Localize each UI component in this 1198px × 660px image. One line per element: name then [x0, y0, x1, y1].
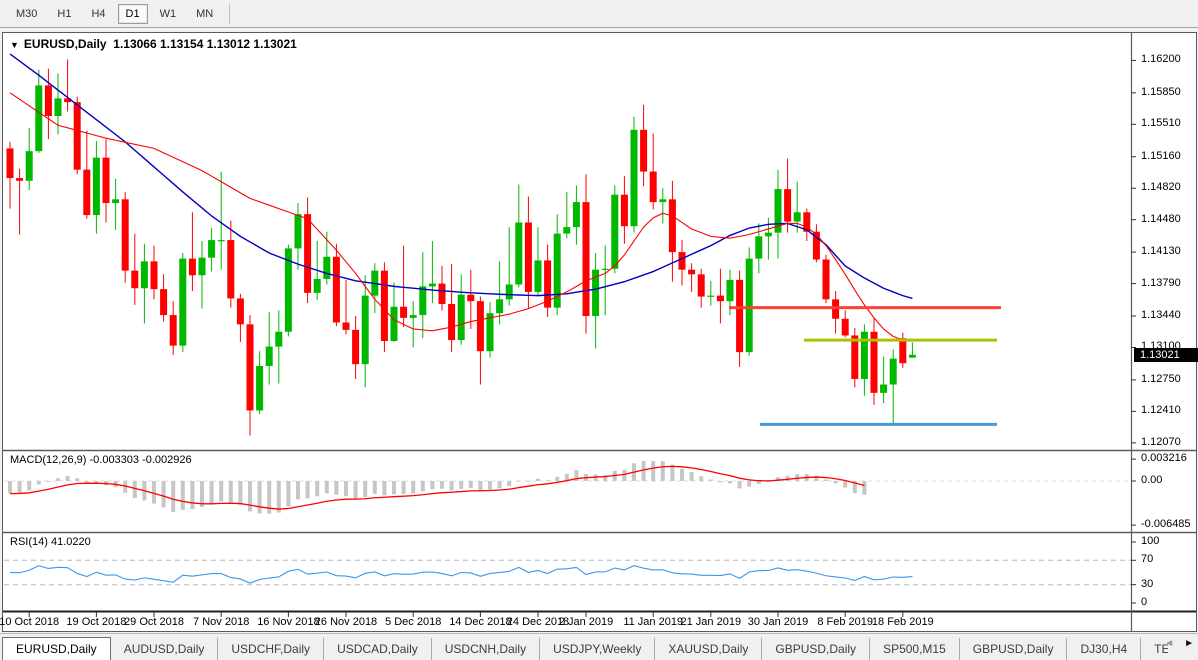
chart-tab-dj30-h4[interactable]: DJ30,H4 — [1066, 638, 1140, 660]
scroll-tabs-right-icon[interactable]: ► — [1184, 639, 1194, 649]
chart-panes[interactable] — [3, 33, 1196, 631]
axis-tick-label: 1.15160 — [1141, 150, 1181, 162]
timeframe-button-w1[interactable]: W1 — [152, 4, 185, 24]
timeframe-button-mn[interactable]: MN — [188, 4, 221, 24]
macd-name: MACD(12,26,9) — [10, 454, 86, 466]
chart-tab-sp500-m15[interactable]: SP500,M15 — [869, 638, 959, 660]
axis-tick-label: 1.15510 — [1141, 117, 1181, 129]
timeframe-toolbar: M30H1H4D1W1MN — [0, 0, 1198, 28]
axis-tick-label: 30 — [1141, 578, 1153, 590]
chart-tab-eurusd-daily[interactable]: EURUSD,Daily — [2, 637, 111, 660]
macd-indicator-label: MACD(12,26,9) -0.003303 -0.002926 — [10, 454, 192, 466]
chart-tab-gbpusd-daily[interactable]: GBPUSD,Daily — [761, 638, 869, 660]
axis-tick-label: 1.14130 — [1141, 245, 1181, 257]
chart-tab-usdjpy-weekly[interactable]: USDJPY,Weekly — [539, 638, 654, 660]
axis-tick-label: 1.12410 — [1141, 404, 1181, 416]
chart-tab-strip: EURUSD,DailyAUDUSD,DailyUSDCHF,DailyUSDC… — [0, 637, 1168, 660]
timeframe-button-h4[interactable]: H4 — [83, 4, 113, 24]
axis-tick-label: 1.12070 — [1141, 436, 1181, 448]
axis-tick-label: 1.13440 — [1141, 309, 1181, 321]
axis-tick-label: 1.14480 — [1141, 213, 1181, 225]
chart-tab-gbpusd-daily[interactable]: GBPUSD,Daily — [959, 638, 1067, 660]
chart-tab-usdcad-daily[interactable]: USDCAD,Daily — [323, 638, 431, 660]
rsi-name: RSI(14) — [10, 536, 48, 548]
chart-tab-audusd-daily[interactable]: AUDUSD,Daily — [111, 638, 218, 660]
axis-tick-label: 0.00 — [1141, 474, 1162, 486]
date-tick-label: 29 Oct 2018 — [116, 616, 192, 628]
axis-tick-label: 1.13790 — [1141, 277, 1181, 289]
axis-tick-label: -0.006485 — [1141, 518, 1191, 530]
date-tick-label: 5 Dec 2018 — [375, 616, 451, 628]
chart-tab-bar: EURUSD,DailyAUDUSD,DailyUSDCHF,DailyUSDC… — [0, 633, 1198, 660]
axis-tick-label: 1.16200 — [1141, 53, 1181, 65]
date-tick-label: 18 Feb 2019 — [865, 616, 941, 628]
toolbar-separator — [229, 4, 230, 24]
axis-tick-label: 0.003216 — [1141, 452, 1187, 464]
chart-tab-xauusd-daily[interactable]: XAUUSD,Daily — [654, 638, 761, 660]
date-tick-label: 30 Jan 2019 — [740, 616, 816, 628]
chart-title: ▼ EURUSD,Daily 1.13066 1.13154 1.13012 1.… — [10, 37, 297, 51]
axis-tick-label: 1.15850 — [1141, 86, 1181, 98]
date-tick-label: 2 Jan 2019 — [548, 616, 624, 628]
trading-terminal-window: M30H1H4D1W1MN ▼ EURUSD,Daily 1.13066 1.13… — [0, 0, 1198, 660]
chart-dropdown-icon: ▼ — [10, 40, 19, 50]
chart-window[interactable]: ▼ EURUSD,Daily 1.13066 1.13154 1.13012 1.… — [2, 32, 1197, 632]
timeframe-button-m30[interactable]: M30 — [8, 4, 45, 24]
axis-tick-label: 100 — [1141, 535, 1159, 547]
current-price-badge: 1.13021 — [1134, 348, 1198, 362]
rsi-indicator-label: RSI(14) 41.0220 — [10, 536, 91, 548]
axis-tick-label: 1.12750 — [1141, 373, 1181, 385]
axis-tick-label: 70 — [1141, 553, 1153, 565]
chart-symbol-label: EURUSD,Daily — [24, 37, 107, 51]
chart-tab-usdchf-daily[interactable]: USDCHF,Daily — [217, 638, 323, 660]
tab-scroll-arrows: ◄ ► — [1164, 639, 1194, 649]
chart-tab-usdcnh-daily[interactable]: USDCNH,Daily — [431, 638, 539, 660]
date-tick-label: 26 Nov 2018 — [308, 616, 384, 628]
axis-tick-label: 1.14820 — [1141, 181, 1181, 193]
macd-values: -0.003303 -0.002926 — [89, 454, 191, 466]
rsi-value: 41.0220 — [51, 536, 91, 548]
date-tick-label: 7 Nov 2018 — [183, 616, 259, 628]
scroll-tabs-left-icon[interactable]: ◄ — [1164, 639, 1174, 649]
axis-tick-label: 0 — [1141, 596, 1147, 608]
timeframe-button-d1[interactable]: D1 — [118, 4, 148, 24]
date-tick-label: 10 Oct 2018 — [0, 616, 67, 628]
timeframe-button-h1[interactable]: H1 — [49, 4, 79, 24]
chart-ohlc-values: 1.13066 1.13154 1.13012 1.13021 — [113, 37, 297, 51]
date-tick-label: 21 Jan 2019 — [673, 616, 749, 628]
